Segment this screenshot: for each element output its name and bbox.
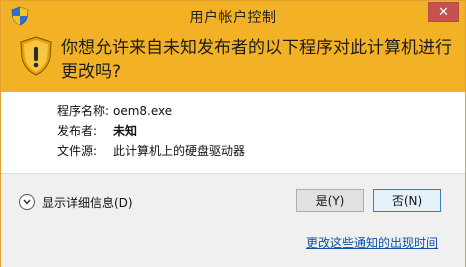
file-source-label: 文件源: bbox=[57, 144, 98, 158]
close-button[interactable]: ✕ bbox=[428, 2, 459, 22]
warning-banner: 你想允许来自未知发布者的以下程序对此计算机进行更改吗? bbox=[1, 32, 465, 92]
dialog-footer: 显示详细信息(D) 是(Y) 否(N) 更改这些通知的出现时间 bbox=[1, 173, 465, 267]
program-name-value: oem8.exe bbox=[113, 104, 173, 118]
program-info: 程序名称: oem8.exe 发布者: 未知 文件源: 此计算机上的硬盘驱动器 bbox=[57, 101, 245, 161]
change-notification-link[interactable]: 更改这些通知的出现时间 bbox=[306, 234, 438, 251]
publisher-row: 发布者: 未知 bbox=[57, 121, 245, 141]
program-name-row: 程序名称: oem8.exe bbox=[57, 101, 245, 121]
file-source-row: 文件源: 此计算机上的硬盘驱动器 bbox=[57, 141, 245, 161]
program-name-label: 程序名称: bbox=[57, 104, 110, 118]
publisher-value: 未知 bbox=[113, 124, 138, 138]
publisher-label: 发布者: bbox=[57, 124, 98, 138]
show-details-label: 显示详细信息(D) bbox=[42, 195, 133, 210]
title-bar: 用户帐户控制 ✕ bbox=[1, 1, 465, 32]
file-source-value: 此计算机上的硬盘驱动器 bbox=[113, 144, 246, 158]
yes-button[interactable]: 是(Y) bbox=[296, 189, 364, 212]
window-title: 用户帐户控制 bbox=[189, 10, 277, 26]
no-button[interactable]: 否(N) bbox=[373, 189, 441, 212]
show-details-toggle[interactable]: 显示详细信息(D) bbox=[19, 193, 133, 211]
chevron-down-icon bbox=[19, 194, 35, 210]
uac-dialog: 用户帐户控制 ✕ 你想允许来自未知发布者的以下程序对此计算机进行更改吗? 程序名… bbox=[0, 0, 466, 267]
prompt-question: 你想允许来自未知发布者的以下程序对此计算机进行更改吗? bbox=[61, 38, 452, 82]
uac-shield-warning-icon bbox=[20, 36, 52, 76]
